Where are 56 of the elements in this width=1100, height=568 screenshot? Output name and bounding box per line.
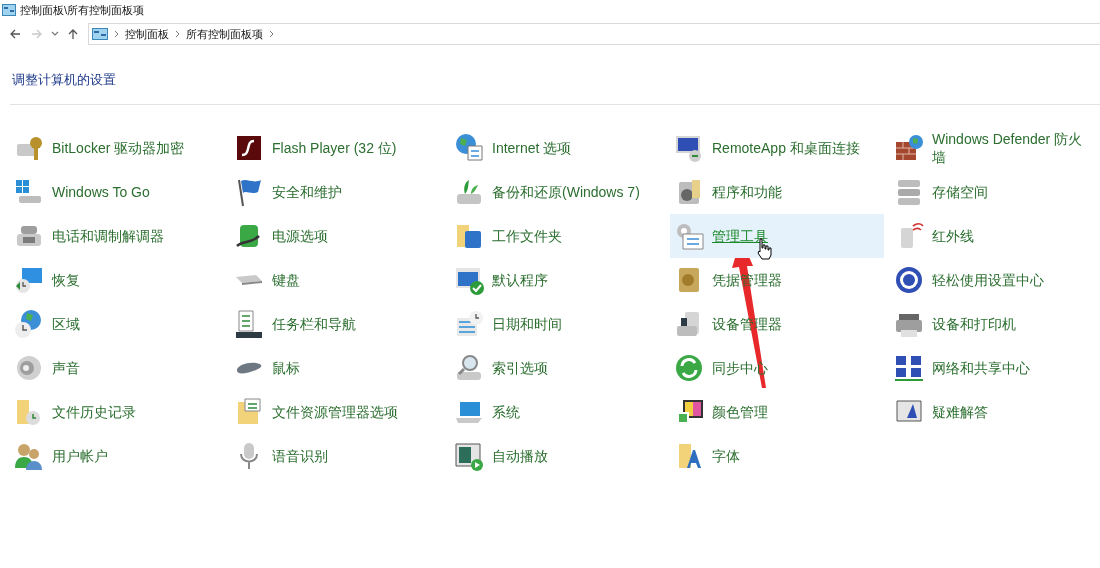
control-panel-item[interactable]: 疑难解答: [890, 390, 1100, 434]
forward-arrow-icon: [31, 28, 43, 40]
control-panel-item[interactable]: 索引选项: [450, 346, 664, 390]
control-panel-item[interactable]: 设备和打印机: [890, 302, 1100, 346]
autoplay-icon: [453, 440, 485, 472]
control-panel-item[interactable]: 电源选项: [230, 214, 444, 258]
control-panel-item[interactable]: Windows To Go: [10, 170, 224, 214]
caret-icon: [51, 31, 59, 37]
control-panel-item[interactable]: 默认程序: [450, 258, 664, 302]
control-panel-icon: [2, 4, 16, 16]
up-arrow-icon: [67, 28, 79, 40]
back-arrow-icon: [9, 28, 21, 40]
address-bar[interactable]: 控制面板 所有控制面板项: [88, 23, 1100, 45]
control-panel-item[interactable]: 系统: [450, 390, 664, 434]
chevron-icon: [114, 30, 119, 38]
control-panel-item[interactable]: 文件资源管理器选项: [230, 390, 444, 434]
control-panel-item[interactable]: 程序和功能: [670, 170, 884, 214]
sync-icon: [673, 352, 705, 384]
control-panel-item[interactable]: Windows Defender 防火墙: [890, 126, 1100, 170]
chevron-icon: [175, 30, 180, 38]
control-panel-item[interactable]: 文件历史记录: [10, 390, 224, 434]
taskbar-checklist-icon: [233, 308, 265, 340]
control-panel-item[interactable]: 安全和维护: [230, 170, 444, 214]
window-title: 控制面板\所有控制面板项: [20, 2, 145, 18]
control-panel-item[interactable]: 日期和时间: [450, 302, 664, 346]
page-heading: 调整计算机的设置: [12, 71, 116, 89]
control-panel-item[interactable]: 用户帐户: [10, 434, 224, 478]
control-panel-item[interactable]: 红外线: [890, 214, 1100, 258]
control-panel-item[interactable]: 备份和还原(Windows 7): [450, 170, 664, 214]
control-panel-item[interactable]: 工作文件夹: [450, 214, 664, 258]
control-panel-item[interactable]: 电话和调制解调器: [10, 214, 224, 258]
control-panel-item[interactable]: 声音: [10, 346, 224, 390]
globe-checklist-icon: [453, 132, 485, 164]
control-panel-item[interactable]: 语音识别: [230, 434, 444, 478]
control-panel-item[interactable]: BitLocker 驱动器加密: [10, 126, 224, 170]
mouse-icon: [236, 361, 262, 375]
chevron-icon: [269, 30, 274, 38]
control-panel-item[interactable]: 轻松使用设置中心: [890, 258, 1100, 302]
control-panel-item[interactable]: RemoteApp 和桌面连接: [670, 126, 884, 170]
control-panel-item[interactable]: 任务栏和导航: [230, 302, 444, 346]
control-panel-item[interactable]: 颜色管理: [670, 390, 884, 434]
keyboard-icon: [236, 274, 262, 286]
breadcrumb[interactable]: 控制面板: [125, 26, 169, 42]
control-panel-icon: [92, 28, 108, 40]
control-panel-item[interactable]: Internet 选项: [450, 126, 664, 170]
control-panel-item[interactable]: 字体: [670, 434, 884, 478]
control-panel-item[interactable]: 恢复: [10, 258, 224, 302]
control-panel-item[interactable]: 键盘: [230, 258, 444, 302]
control-panel-item[interactable]: 自动播放: [450, 434, 664, 478]
control-panel-item[interactable]: 区域: [10, 302, 224, 346]
control-panel-item[interactable]: Flash Player (32 位): [230, 126, 444, 170]
control-panel-item[interactable]: 鼠标: [230, 346, 444, 390]
control-panel-item[interactable]: 网络和共享中心: [890, 346, 1100, 390]
control-panel-item[interactable]: 管理工具: [670, 214, 884, 258]
breadcrumb[interactable]: 所有控制面板项: [186, 26, 263, 42]
control-panel-item[interactable]: 存储空间: [890, 170, 1100, 214]
